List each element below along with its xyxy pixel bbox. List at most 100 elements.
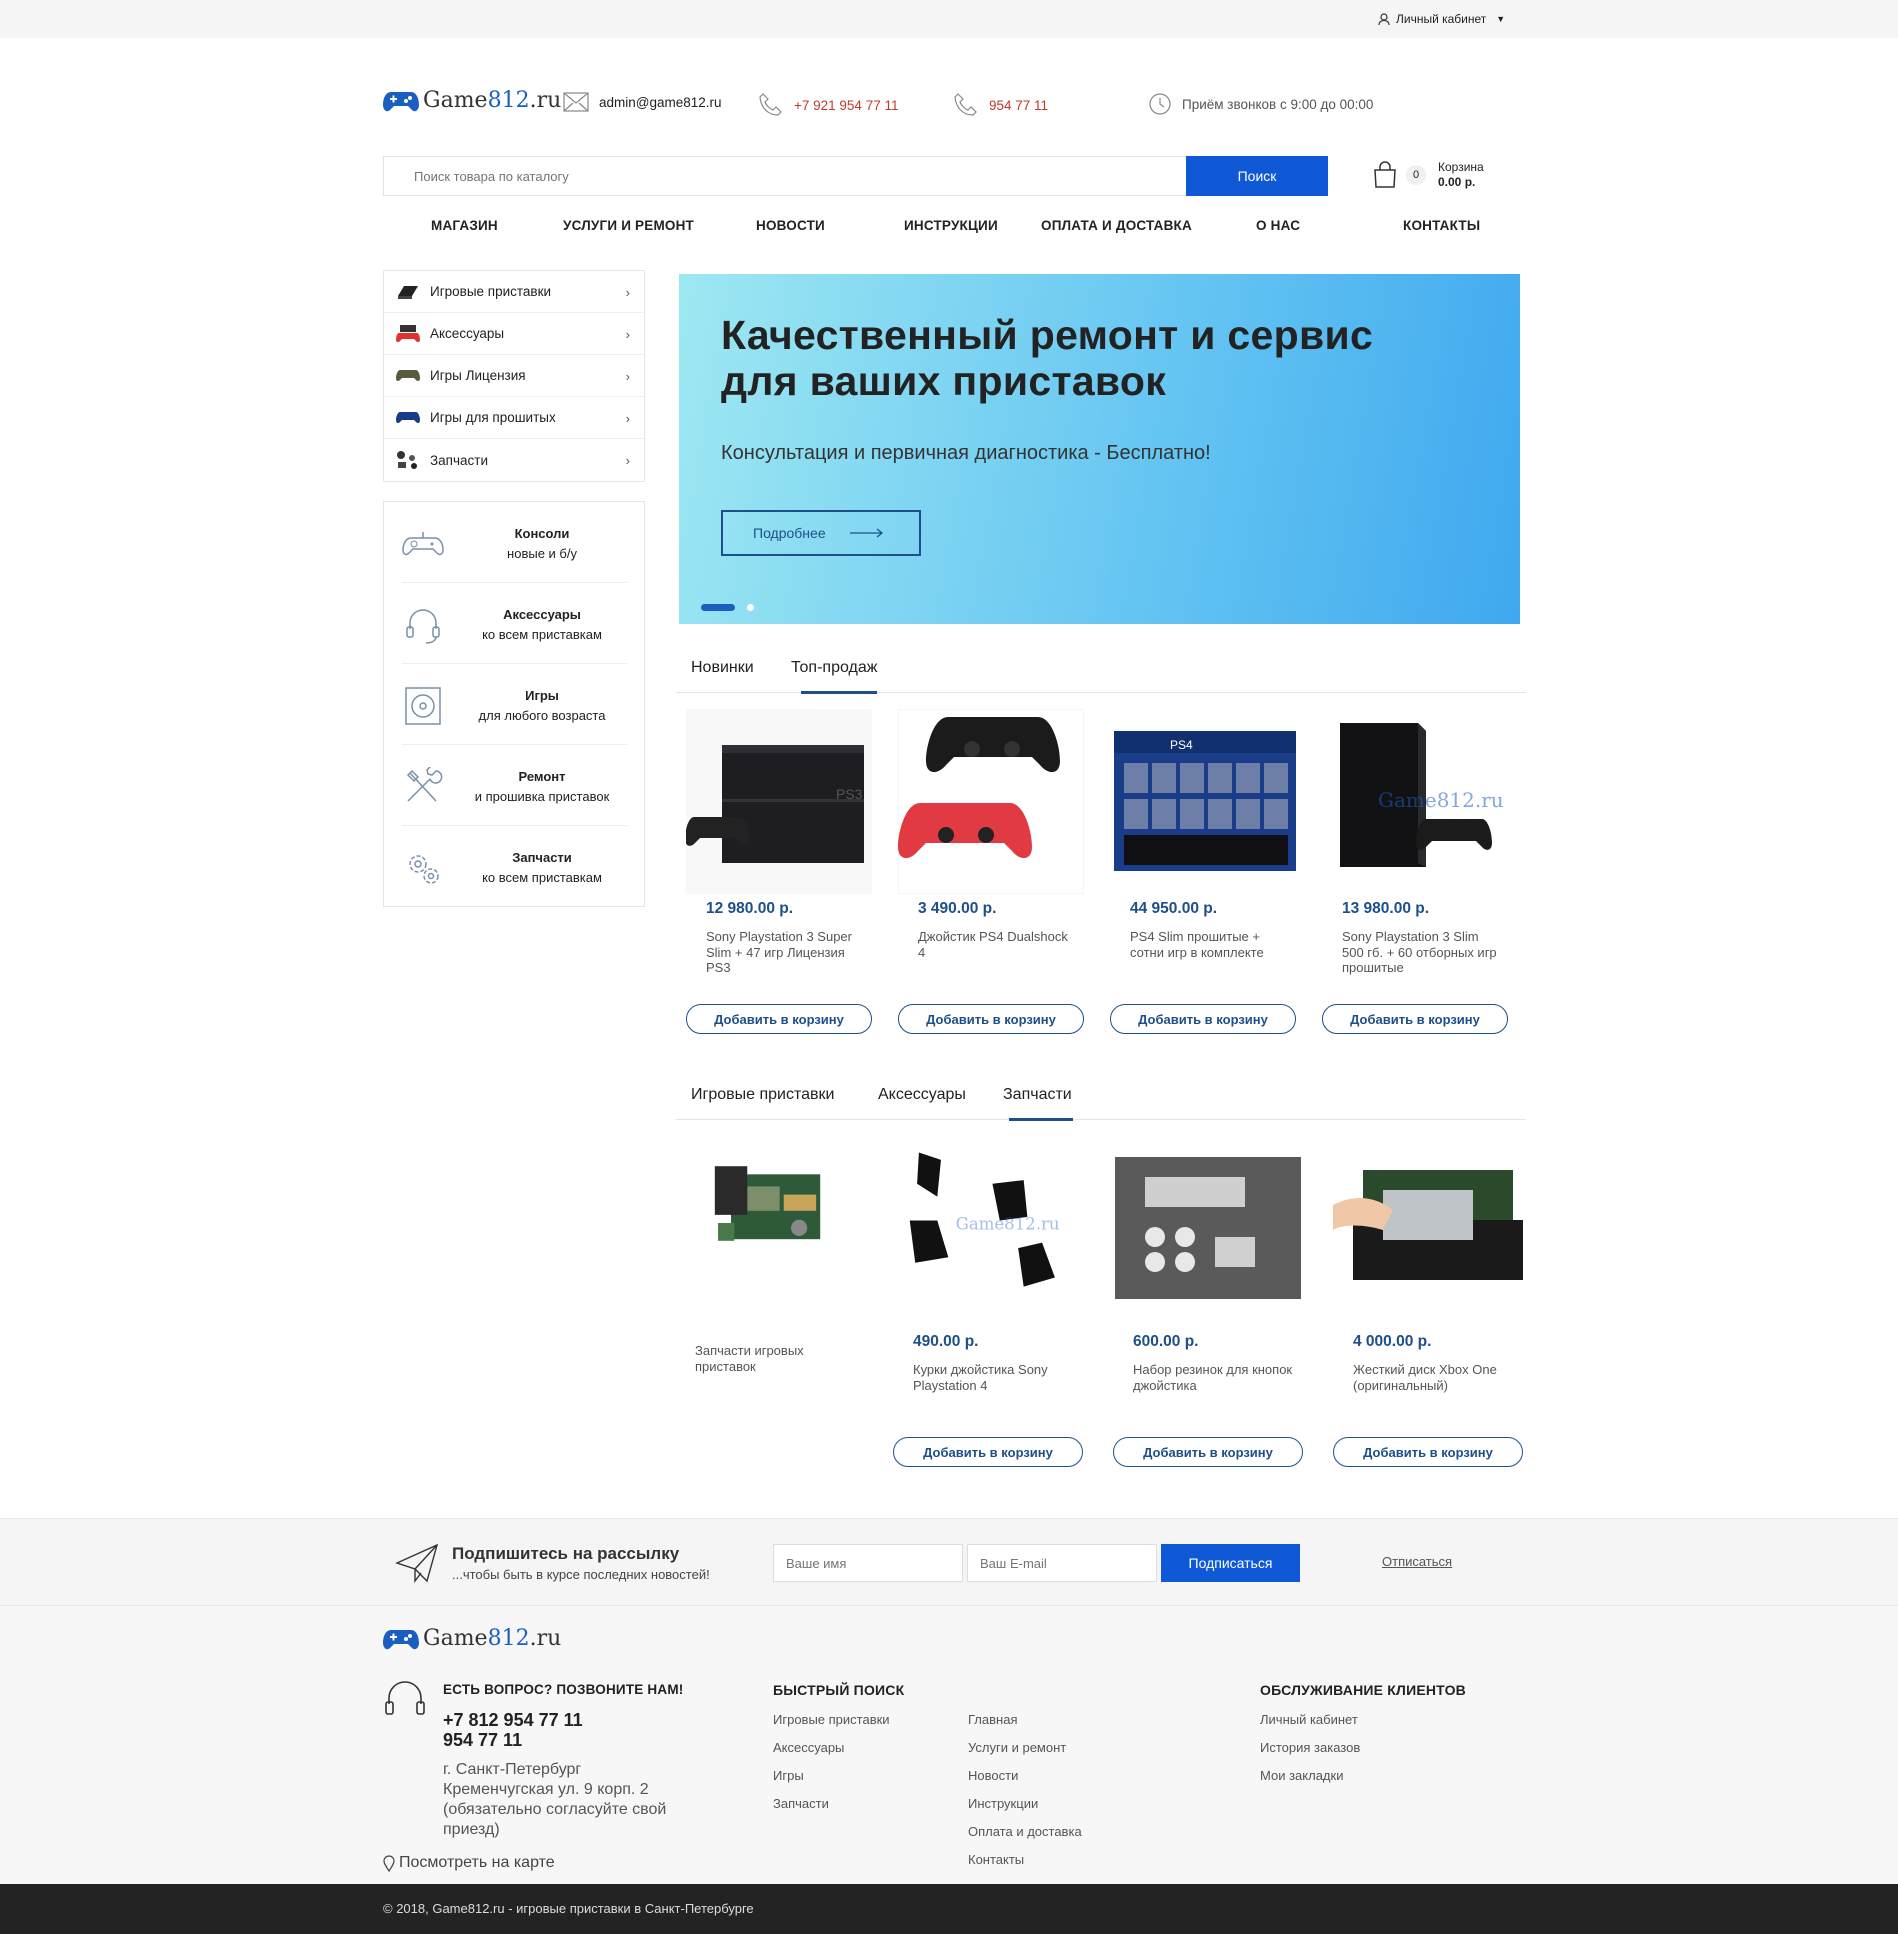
footer-address: г. Санкт-Петербург Кременчугская ул. 9 к… — [443, 1761, 667, 1838]
add-to-cart-button[interactable]: Добавить в корзину — [1333, 1437, 1523, 1467]
footer-link-games[interactable]: Игры — [773, 1768, 804, 1783]
nav-item-payment[interactable]: ОПЛАТА И ДОСТАВКА — [1041, 218, 1192, 233]
product-image-ps4-slim-bundle[interactable]: PS4 — [1110, 709, 1296, 894]
footer-logo[interactable]: Game812.ru — [383, 1624, 561, 1652]
feature-accessories[interactable]: Аксессуары ко всем приставкам — [402, 583, 628, 664]
shopping-bag-icon — [1374, 161, 1396, 188]
product-card: 3 490.00 р. Джойстик PS4 Dualshock 4 Доб… — [898, 709, 1084, 1039]
subscribe-button[interactable]: Подписаться — [1161, 1544, 1300, 1582]
banner-more-button[interactable]: Подробнее — [721, 510, 921, 556]
product-image-ps3-slim[interactable]: Game812.ru — [1322, 709, 1508, 894]
newsletter-name-input[interactable] — [773, 1544, 963, 1582]
product-name[interactable]: Sony Playstation 3 Slim 500 гб. + 60 отб… — [1342, 929, 1502, 976]
console-icon — [396, 283, 420, 301]
newsletter-subtitle: ...чтобы быть в курсе последних новостей… — [452, 1567, 710, 1582]
banner-title: Качественный ремонт и сервис для ваших пр… — [721, 312, 1374, 404]
footer-link-bookmarks[interactable]: Мои закладки — [1260, 1768, 1343, 1783]
search-input[interactable] — [384, 157, 1164, 195]
tab-new[interactable]: Новинки — [691, 659, 754, 677]
cart-widget[interactable]: 0 Корзина 0.00 р. — [1372, 160, 1484, 190]
category-item-accessories[interactable]: Аксессуары › — [384, 313, 644, 355]
product-name[interactable]: Джойстик PS4 Dualshock 4 — [918, 929, 1078, 960]
nav-item-news[interactable]: НОВОСТИ — [756, 218, 825, 233]
newsletter-email-input[interactable] — [967, 1544, 1157, 1582]
cart-count: 0 — [1406, 165, 1426, 185]
footer-phone1[interactable]: +7 812 954 77 11 — [443, 1710, 583, 1731]
svg-text:Game812.ru: Game812.ru — [1378, 788, 1504, 812]
product-image-ps4-triggers[interactable]: Game812.ru — [893, 1147, 1079, 1317]
product-card: 4 000.00 р. Жесткий диск Xbox One (ориги… — [1333, 1150, 1523, 1467]
product-card: PS4 44 950.00 р. PS4 Slim прошитые + сот… — [1110, 709, 1296, 1039]
logo[interactable]: Game812.ru — [383, 86, 561, 114]
account-menu[interactable]: Личный кабинет ▼ — [1378, 12, 1505, 26]
header-phone2[interactable]: 954 77 11 — [953, 92, 1048, 118]
gamepad-icon — [396, 409, 420, 427]
hero-banner[interactable]: Качественный ремонт и сервис для ваших пр… — [679, 274, 1520, 624]
add-to-cart-button[interactable]: Добавить в корзину — [893, 1437, 1083, 1467]
feature-repair[interactable]: Ремонт и прошивка приставок — [402, 745, 628, 826]
footer-question: ЕСТЬ ВОПРОС? ПОЗВОНИТЕ НАМ! — [443, 1682, 684, 1697]
product-image-rubber-pads[interactable] — [1113, 1157, 1303, 1299]
product-price: 44 950.00 р. — [1130, 900, 1218, 917]
footer-link-contacts[interactable]: Контакты — [968, 1852, 1024, 1867]
nav-item-about[interactable]: О НАС — [1256, 218, 1300, 233]
product-name[interactable]: Курки джойстика Sony Playstation 4 — [913, 1362, 1073, 1393]
tab-consoles[interactable]: Игровые приставки — [691, 1086, 834, 1104]
header-phone1[interactable]: +7 921 954 77 11 — [758, 92, 898, 118]
add-to-cart-button[interactable]: Добавить в корзину — [898, 1004, 1084, 1034]
add-to-cart-button[interactable]: Добавить в корзину — [1322, 1004, 1508, 1034]
footer-link-account[interactable]: Личный кабинет — [1260, 1712, 1358, 1727]
product-name[interactable]: Sony Playstation 3 Super Slim + 47 игр Л… — [706, 929, 866, 976]
footer-link-payment[interactable]: Оплата и доставка — [968, 1824, 1082, 1839]
unsubscribe-link[interactable]: Отписаться — [1382, 1554, 1452, 1569]
footer-link-parts[interactable]: Запчасти — [773, 1796, 829, 1811]
slider-dot[interactable] — [747, 604, 754, 611]
add-to-cart-button[interactable]: Добавить в корзину — [686, 1004, 872, 1034]
product-name[interactable]: Набор резинок для кнопок джойстика — [1133, 1362, 1293, 1393]
customer-service-title: ОБСЛУЖИВАНИЕ КЛИЕНТОВ — [1260, 1682, 1466, 1698]
cart-summary: Корзина 0.00 р. — [1438, 160, 1484, 189]
nav-item-shop[interactable]: МАГАЗИН — [431, 218, 498, 233]
add-to-cart-button[interactable]: Добавить в корзину — [1110, 1004, 1296, 1034]
chevron-right-icon: › — [625, 285, 630, 300]
category-item-modded-games[interactable]: Игры для прошитых › — [384, 397, 644, 439]
map-link[interactable]: Посмотреть на карте — [383, 1854, 555, 1872]
active-tab-indicator — [801, 691, 877, 694]
category-item-parts[interactable]: Запчасти › — [384, 439, 644, 481]
feature-parts[interactable]: Запчасти ко всем приставкам — [402, 826, 628, 907]
tab-accessories[interactable]: Аксессуары — [878, 1086, 966, 1104]
product-image-ps3-super-slim[interactable]: PS3 — [686, 709, 872, 894]
product-image-dualshock4[interactable] — [898, 709, 1084, 894]
footer-link-home[interactable]: Главная — [968, 1712, 1017, 1727]
footer-link-order-history[interactable]: История заказов — [1260, 1740, 1360, 1755]
tab-parts[interactable]: Запчасти — [1003, 1086, 1072, 1104]
caret-down-icon: ▼ — [1496, 14, 1506, 24]
product-name[interactable]: Запчасти игровых приставок — [695, 1343, 845, 1374]
footer-link-instructions[interactable]: Инструкции — [968, 1796, 1038, 1811]
nav-item-contacts[interactable]: КОНТАКТЫ — [1403, 218, 1480, 233]
header-email[interactable]: admin@game812.ru — [563, 92, 722, 112]
product-image-xbox-hdd[interactable] — [1333, 1150, 1523, 1300]
footer-link-services[interactable]: Услуги и ремонт — [968, 1740, 1066, 1755]
nav-item-instructions[interactable]: ИНСТРУКЦИИ — [904, 218, 998, 233]
footer-link-news[interactable]: Новости — [968, 1768, 1018, 1783]
add-to-cart-button[interactable]: Добавить в корзину — [1113, 1437, 1303, 1467]
product-name[interactable]: Жесткий диск Xbox One (оригинальный) — [1353, 1362, 1513, 1393]
parts-icon — [396, 451, 420, 469]
category-item-licensed-games[interactable]: Игры Лицензия › — [384, 355, 644, 397]
copyright-text: © 2018, Game812.ru - игровые приставки в… — [383, 1901, 754, 1916]
feature-consoles[interactable]: Консоли новые и б/у — [402, 502, 628, 583]
slider-dot-active[interactable] — [701, 604, 735, 611]
product-image-console-parts[interactable] — [681, 1150, 867, 1300]
product-name[interactable]: PS4 Slim прошитые + сотни игр в комплект… — [1130, 929, 1290, 960]
footer-link-consoles[interactable]: Игровые приставки — [773, 1712, 890, 1727]
search-button[interactable]: Поиск — [1186, 156, 1328, 196]
category-item-consoles[interactable]: Игровые приставки › — [384, 271, 644, 313]
nav-item-services[interactable]: УСЛУГИ И РЕМОНТ — [563, 218, 694, 233]
footer-link-accessories[interactable]: Аксессуары — [773, 1740, 844, 1755]
feature-games[interactable]: Игры для любого возраста — [402, 664, 628, 745]
product-price: 4 000.00 р. — [1353, 1333, 1432, 1350]
tab-bestsellers[interactable]: Топ-продаж — [791, 659, 877, 677]
footer-phone2[interactable]: 954 77 11 — [443, 1730, 522, 1751]
svg-text:Game812.ru: Game812.ru — [956, 1215, 1060, 1234]
